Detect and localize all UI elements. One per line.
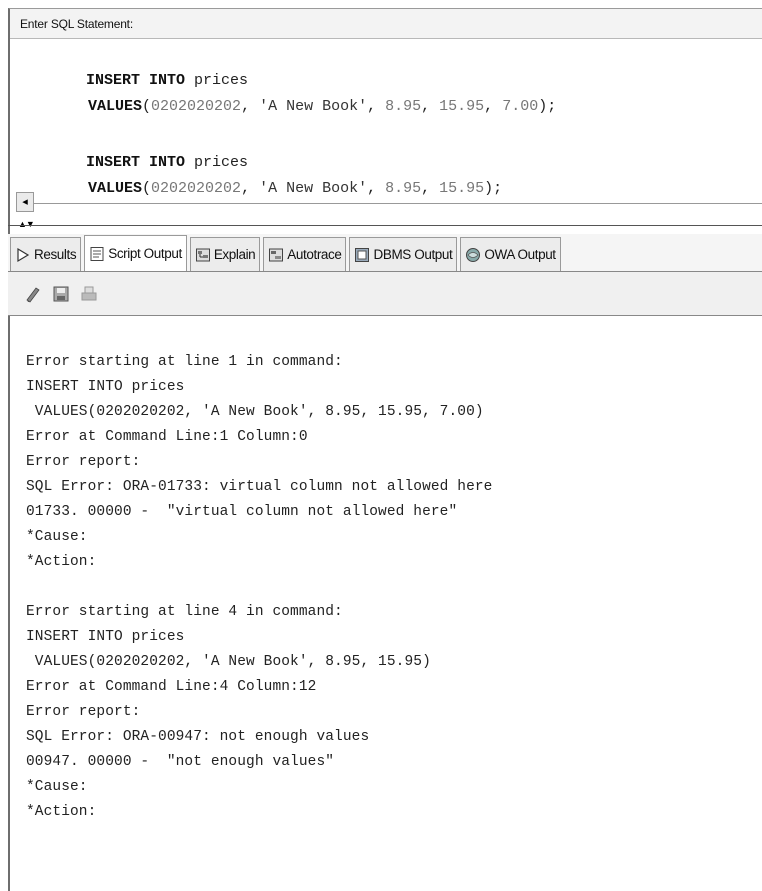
output-line: Error at Command Line:1 Column:0 bbox=[26, 429, 308, 445]
sql-text: , bbox=[421, 98, 440, 115]
script-output-icon bbox=[89, 246, 105, 262]
tab-label: DBMS Output bbox=[373, 247, 453, 262]
sql-string: 'A New Book' bbox=[259, 180, 368, 197]
sql-text: , bbox=[241, 180, 260, 197]
sql-number: 15.95 bbox=[439, 98, 485, 115]
tab-explain[interactable]: Explain bbox=[189, 237, 261, 271]
sql-text: , bbox=[367, 180, 386, 197]
output-line: SQL Error: ORA-01733: virtual column not… bbox=[26, 479, 493, 495]
sql-text: , bbox=[484, 98, 503, 115]
output-line: *Action: bbox=[26, 554, 97, 570]
owa-output-icon bbox=[465, 247, 481, 263]
sql-string: 'A New Book' bbox=[259, 98, 368, 115]
output-line: 01733. 00000 - "virtual column not allow… bbox=[26, 504, 458, 520]
output-line: Error report: bbox=[26, 454, 141, 470]
output-line: INSERT INTO prices bbox=[26, 379, 185, 395]
tab-label: Results bbox=[34, 247, 77, 262]
output-line: Error at Command Line:4 Column:12 bbox=[26, 679, 317, 695]
tab-owa-output[interactable]: OWA Output bbox=[460, 237, 561, 271]
tab-label: OWA Output bbox=[484, 247, 556, 262]
output-line: INSERT INTO prices bbox=[26, 629, 185, 645]
sql-text: ); bbox=[538, 98, 557, 115]
output-line: VALUES(0202020202, 'A New Book', 8.95, 1… bbox=[26, 404, 484, 420]
tab-label: Script Output bbox=[108, 246, 182, 261]
dbms-output-icon bbox=[354, 247, 370, 263]
output-line: *Cause: bbox=[26, 779, 88, 795]
tab-label: Explain bbox=[213, 247, 256, 262]
play-icon bbox=[15, 247, 31, 263]
sql-statement-label: Enter SQL Statement: bbox=[10, 9, 762, 39]
sql-editor[interactable]: INSERT INTO prices VALUES(0202020202, 'A… bbox=[10, 39, 762, 207]
autotrace-icon bbox=[268, 247, 284, 263]
output-tabbar: Results Script Output Explain Autotrace … bbox=[8, 234, 762, 272]
output-toolbar bbox=[8, 272, 762, 316]
sql-text: , bbox=[421, 180, 440, 197]
tab-autotrace[interactable]: Autotrace bbox=[263, 237, 347, 271]
sql-text: , bbox=[367, 98, 386, 115]
sql-number: 7.00 bbox=[502, 98, 539, 115]
sql-text: ( bbox=[142, 180, 152, 197]
tab-script-output[interactable]: Script Output bbox=[84, 235, 187, 271]
explain-icon bbox=[195, 247, 211, 263]
sql-text: ( bbox=[142, 98, 152, 115]
output-line: Error starting at line 1 in command: bbox=[26, 354, 343, 370]
scroll-left-button[interactable]: ◂ bbox=[16, 192, 34, 212]
sql-keyword: VALUES bbox=[88, 180, 143, 197]
output-line: Error report: bbox=[26, 704, 141, 720]
sql-text: , bbox=[241, 98, 260, 115]
splitter-arrows-icon[interactable]: ▲▼ bbox=[18, 220, 35, 229]
sql-number: 0202020202 bbox=[151, 98, 242, 115]
tab-dbms-output[interactable]: DBMS Output bbox=[349, 237, 458, 271]
script-output-panel: Error starting at line 1 in command: INS… bbox=[8, 316, 762, 891]
output-line: 00947. 00000 - "not enough values" bbox=[26, 754, 335, 770]
sql-number: 15.95 bbox=[439, 180, 485, 197]
save-icon[interactable] bbox=[52, 285, 70, 303]
editor-horizontal-scrollbar[interactable] bbox=[22, 203, 762, 207]
print-icon[interactable] bbox=[80, 285, 98, 303]
output-line: Error starting at line 4 in command: bbox=[26, 604, 343, 620]
tab-label: Autotrace bbox=[287, 247, 342, 262]
code-line: VALUES(0202020202, 'A New Book', 8.95, 1… bbox=[34, 81, 556, 132]
sql-text: ); bbox=[484, 180, 503, 197]
sql-number: 0202020202 bbox=[151, 180, 242, 197]
output-line: *Cause: bbox=[26, 529, 88, 545]
sql-keyword: VALUES bbox=[88, 98, 143, 115]
sql-number: 8.95 bbox=[385, 98, 422, 115]
pane-splitter[interactable]: ▲▼ bbox=[8, 220, 762, 229]
output-line: VALUES(0202020202, 'A New Book', 8.95, 1… bbox=[26, 654, 431, 670]
output-line: *Action: bbox=[26, 804, 97, 820]
eraser-icon[interactable] bbox=[24, 285, 42, 303]
output-line: SQL Error: ORA-00947: not enough values bbox=[26, 729, 370, 745]
tab-results[interactable]: Results bbox=[10, 237, 82, 271]
splitter-line bbox=[8, 225, 762, 226]
sql-number: 8.95 bbox=[385, 180, 422, 197]
